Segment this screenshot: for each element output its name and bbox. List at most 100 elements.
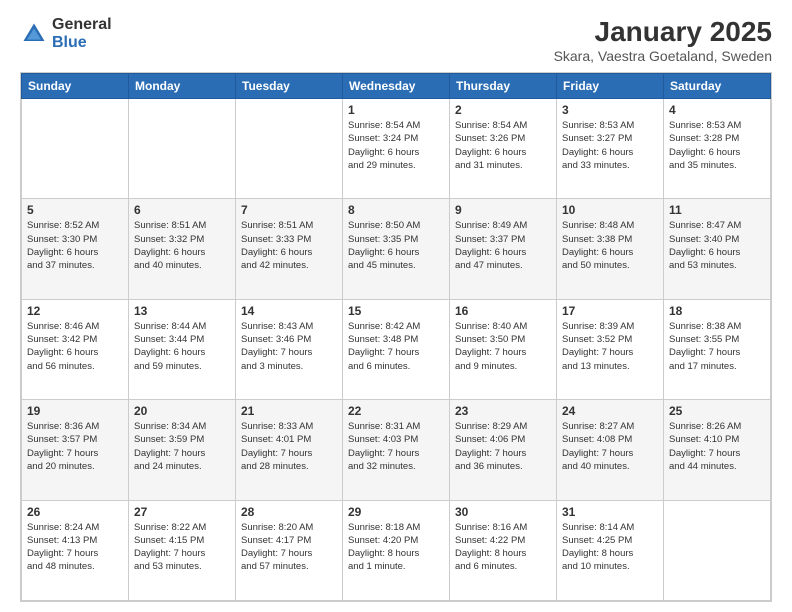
day-number: 16 [455, 304, 551, 318]
day-number: 11 [669, 203, 765, 217]
day-info: Sunrise: 8:16 AM Sunset: 4:22 PM Dayligh… [455, 521, 551, 574]
calendar-cell: 10 Sunrise: 8:48 AM Sunset: 3:38 PM Dayli… [557, 199, 664, 299]
day-number: 10 [562, 203, 658, 217]
day-info: Sunrise: 8:53 AM Sunset: 3:28 PM Dayligh… [669, 119, 765, 172]
calendar-cell: 23 Sunrise: 8:29 AM Sunset: 4:06 PM Dayli… [450, 400, 557, 500]
calendar-cell: 6 Sunrise: 8:51 AM Sunset: 3:32 PM Daylig… [129, 199, 236, 299]
day-number: 12 [27, 304, 123, 318]
day-info: Sunrise: 8:52 AM Sunset: 3:30 PM Dayligh… [27, 219, 123, 272]
logo: General Blue [20, 16, 112, 51]
calendar-cell: 12Sunrise: 8:46 AM Sunset: 3:42 PM Dayli… [22, 299, 129, 399]
day-info: Sunrise: 8:27 AM Sunset: 4:08 PM Dayligh… [562, 420, 658, 473]
calendar-cell: 8 Sunrise: 8:50 AM Sunset: 3:35 PM Daylig… [343, 199, 450, 299]
calendar-week-3: 12Sunrise: 8:46 AM Sunset: 3:42 PM Dayli… [22, 299, 771, 399]
logo-general: General [52, 16, 112, 34]
day-info: Sunrise: 8:20 AM Sunset: 4:17 PM Dayligh… [241, 521, 337, 574]
day-info: Sunrise: 8:33 AM Sunset: 4:01 PM Dayligh… [241, 420, 337, 473]
day-number: 27 [134, 505, 230, 519]
day-number: 15 [348, 304, 444, 318]
day-info: Sunrise: 8:53 AM Sunset: 3:27 PM Dayligh… [562, 119, 658, 172]
calendar-cell: 4Sunrise: 8:53 AM Sunset: 3:28 PM Daylig… [664, 99, 771, 199]
day-number: 30 [455, 505, 551, 519]
logo-blue: Blue [52, 34, 112, 52]
calendar-cell: 2Sunrise: 8:54 AM Sunset: 3:26 PM Daylig… [450, 99, 557, 199]
day-number: 23 [455, 404, 551, 418]
calendar-week-5: 26 Sunrise: 8:24 AM Sunset: 4:13 PM Dayli… [22, 500, 771, 600]
calendar-cell: 24 Sunrise: 8:27 AM Sunset: 4:08 PM Dayli… [557, 400, 664, 500]
day-number: 9 [455, 203, 551, 217]
day-info: Sunrise: 8:51 AM Sunset: 3:32 PM Dayligh… [134, 219, 230, 272]
day-info: Sunrise: 8:39 AM Sunset: 3:52 PM Dayligh… [562, 320, 658, 373]
calendar-cell: 29 Sunrise: 8:18 AM Sunset: 4:20 PM Dayli… [343, 500, 450, 600]
col-monday: Monday [129, 74, 236, 99]
day-info: Sunrise: 8:38 AM Sunset: 3:55 PM Dayligh… [669, 320, 765, 373]
calendar-header: Sunday Monday Tuesday Wednesday Thursday… [22, 74, 771, 99]
day-number: 5 [27, 203, 123, 217]
calendar-subtitle: Skara, Vaestra Goetaland, Sweden [554, 48, 772, 64]
day-info: Sunrise: 8:31 AM Sunset: 4:03 PM Dayligh… [348, 420, 444, 473]
day-info: Sunrise: 8:36 AM Sunset: 3:57 PM Dayligh… [27, 420, 123, 473]
header: General Blue January 2025 Skara, Vaestra… [20, 16, 772, 64]
day-info: Sunrise: 8:18 AM Sunset: 4:20 PM Dayligh… [348, 521, 444, 574]
calendar-cell: 7Sunrise: 8:51 AM Sunset: 3:33 PM Daylig… [236, 199, 343, 299]
calendar-cell: 25Sunrise: 8:26 AM Sunset: 4:10 PM Dayli… [664, 400, 771, 500]
calendar-cell: 15 Sunrise: 8:42 AM Sunset: 3:48 PM Dayli… [343, 299, 450, 399]
day-info: Sunrise: 8:50 AM Sunset: 3:35 PM Dayligh… [348, 219, 444, 272]
calendar-cell [664, 500, 771, 600]
calendar-cell: 21 Sunrise: 8:33 AM Sunset: 4:01 PM Dayli… [236, 400, 343, 500]
day-info: Sunrise: 8:44 AM Sunset: 3:44 PM Dayligh… [134, 320, 230, 373]
day-number: 18 [669, 304, 765, 318]
col-wednesday: Wednesday [343, 74, 450, 99]
day-number: 24 [562, 404, 658, 418]
calendar-cell: 27 Sunrise: 8:22 AM Sunset: 4:15 PM Dayli… [129, 500, 236, 600]
col-sunday: Sunday [22, 74, 129, 99]
day-info: Sunrise: 8:29 AM Sunset: 4:06 PM Dayligh… [455, 420, 551, 473]
day-info: Sunrise: 8:24 AM Sunset: 4:13 PM Dayligh… [27, 521, 123, 574]
day-number: 6 [134, 203, 230, 217]
calendar-cell: 1 Sunrise: 8:54 AM Sunset: 3:24 PM Daylig… [343, 99, 450, 199]
calendar-week-4: 19Sunrise: 8:36 AM Sunset: 3:57 PM Dayli… [22, 400, 771, 500]
col-friday: Friday [557, 74, 664, 99]
day-info: Sunrise: 8:14 AM Sunset: 4:25 PM Dayligh… [562, 521, 658, 574]
logo-text: General Blue [52, 16, 112, 51]
day-info: Sunrise: 8:54 AM Sunset: 3:24 PM Dayligh… [348, 119, 444, 172]
calendar-cell: 22Sunrise: 8:31 AM Sunset: 4:03 PM Dayli… [343, 400, 450, 500]
calendar-table: Sunday Monday Tuesday Wednesday Thursday… [21, 73, 771, 601]
day-number: 17 [562, 304, 658, 318]
calendar-cell: 3 Sunrise: 8:53 AM Sunset: 3:27 PM Daylig… [557, 99, 664, 199]
day-info: Sunrise: 8:43 AM Sunset: 3:46 PM Dayligh… [241, 320, 337, 373]
day-number: 3 [562, 103, 658, 117]
calendar-body: 1 Sunrise: 8:54 AM Sunset: 3:24 PM Daylig… [22, 99, 771, 601]
day-number: 31 [562, 505, 658, 519]
day-number: 1 [348, 103, 444, 117]
day-info: Sunrise: 8:22 AM Sunset: 4:15 PM Dayligh… [134, 521, 230, 574]
day-number: 21 [241, 404, 337, 418]
page: General Blue January 2025 Skara, Vaestra… [0, 0, 792, 612]
day-info: Sunrise: 8:42 AM Sunset: 3:48 PM Dayligh… [348, 320, 444, 373]
day-number: 26 [27, 505, 123, 519]
calendar-cell: 20Sunrise: 8:34 AM Sunset: 3:59 PM Dayli… [129, 400, 236, 500]
calendar-cell: 26 Sunrise: 8:24 AM Sunset: 4:13 PM Dayli… [22, 500, 129, 600]
day-number: 14 [241, 304, 337, 318]
title-block: January 2025 Skara, Vaestra Goetaland, S… [554, 16, 772, 64]
day-info: Sunrise: 8:47 AM Sunset: 3:40 PM Dayligh… [669, 219, 765, 272]
calendar-cell: 13 Sunrise: 8:44 AM Sunset: 3:44 PM Dayli… [129, 299, 236, 399]
calendar-cell: 11 Sunrise: 8:47 AM Sunset: 3:40 PM Dayli… [664, 199, 771, 299]
calendar-cell: 19Sunrise: 8:36 AM Sunset: 3:57 PM Dayli… [22, 400, 129, 500]
calendar-week-1: 1 Sunrise: 8:54 AM Sunset: 3:24 PM Daylig… [22, 99, 771, 199]
day-info: Sunrise: 8:49 AM Sunset: 3:37 PM Dayligh… [455, 219, 551, 272]
day-number: 13 [134, 304, 230, 318]
calendar-cell: 30 Sunrise: 8:16 AM Sunset: 4:22 PM Dayli… [450, 500, 557, 600]
day-number: 8 [348, 203, 444, 217]
day-number: 2 [455, 103, 551, 117]
calendar-cell: 16Sunrise: 8:40 AM Sunset: 3:50 PM Dayli… [450, 299, 557, 399]
calendar-cell: 14 Sunrise: 8:43 AM Sunset: 3:46 PM Dayli… [236, 299, 343, 399]
day-number: 28 [241, 505, 337, 519]
day-number: 7 [241, 203, 337, 217]
calendar-cell [129, 99, 236, 199]
day-number: 20 [134, 404, 230, 418]
calendar-cell: 28 Sunrise: 8:20 AM Sunset: 4:17 PM Dayli… [236, 500, 343, 600]
day-number: 29 [348, 505, 444, 519]
day-info: Sunrise: 8:48 AM Sunset: 3:38 PM Dayligh… [562, 219, 658, 272]
calendar-title: January 2025 [554, 16, 772, 48]
